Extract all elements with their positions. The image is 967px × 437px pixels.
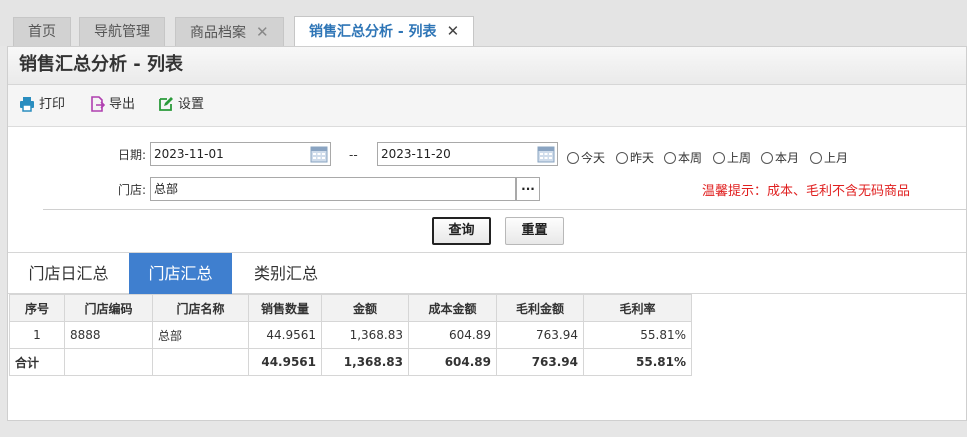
tab-category-summary[interactable]: 类别汇总 xyxy=(238,253,334,294)
column-header[interactable]: 门店编码 xyxy=(64,294,153,322)
table-cell: 44.9561 xyxy=(248,321,322,349)
radio-icon xyxy=(616,152,628,164)
table-cell: 604.89 xyxy=(408,321,497,349)
content-panel: 销售汇总分析 - 列表 打印 导出 设置 日期: 2023-11-01 -- 2… xyxy=(7,46,967,421)
settings-label: 设置 xyxy=(178,97,205,112)
tab-label: 类别汇总 xyxy=(253,264,318,283)
table-cell: 55.81% xyxy=(583,348,692,376)
tab-home[interactable]: 首页 xyxy=(13,17,71,46)
tab-label: 首页 xyxy=(28,24,56,40)
page-title: 销售汇总分析 - 列表 xyxy=(8,47,966,85)
radio-label: 昨天 xyxy=(630,151,655,165)
radio-icon xyxy=(810,152,822,164)
table-cell: 44.9561 xyxy=(248,348,322,376)
printer-icon xyxy=(20,97,34,112)
table-cell: 55.81% xyxy=(583,321,692,349)
calendar-icon[interactable] xyxy=(536,144,556,164)
table-cell: 8888 xyxy=(64,321,153,349)
query-button[interactable]: 查询 xyxy=(432,217,491,245)
tab-label: 商品档案 xyxy=(190,25,246,41)
date-from-value: 2023-11-01 xyxy=(154,147,224,161)
table-cell xyxy=(152,348,249,376)
date-to-input[interactable]: 2023-11-20 xyxy=(377,142,558,166)
hint-text: 温馨提示：成本、毛利不含无码商品 xyxy=(702,184,911,199)
table-cell: 1,368.83 xyxy=(321,321,409,349)
table-cell: 763.94 xyxy=(496,348,584,376)
tab-product-archive[interactable]: 商品档案 ✕ xyxy=(175,17,284,46)
date-separator: -- xyxy=(349,148,358,162)
radio-this-month[interactable]: 本月 xyxy=(761,150,799,166)
tab-bar: 首页 导航管理 商品档案 ✕ 销售汇总分析 - 列表 ✕ xyxy=(0,0,967,47)
table-cell: 1,368.83 xyxy=(321,348,409,376)
table-cell: 604.89 xyxy=(408,348,497,376)
summary-table: 序号 门店编码 门店名称 销售数量 金额 成本金额 毛利金额 毛利率 1 888… xyxy=(9,294,692,376)
store-picker-button[interactable]: ··· xyxy=(516,177,540,201)
column-header[interactable]: 成本金额 xyxy=(408,294,497,322)
radio-label: 上月 xyxy=(824,151,849,165)
radio-label: 本月 xyxy=(775,151,800,165)
store-value: 总部 xyxy=(154,182,179,196)
tab-label: 门店汇总 xyxy=(148,264,213,283)
radio-label: 上周 xyxy=(727,151,752,165)
reset-label: 重置 xyxy=(521,223,548,238)
radio-this-week[interactable]: 本周 xyxy=(664,150,702,166)
radio-icon xyxy=(713,152,725,164)
divider xyxy=(43,209,967,210)
radio-today[interactable]: 今天 xyxy=(567,150,605,166)
table-cell: 合计 xyxy=(9,348,65,376)
table-cell: 763.94 xyxy=(496,321,584,349)
export-icon xyxy=(91,96,105,112)
tab-label: 导航管理 xyxy=(94,24,150,40)
column-header[interactable]: 毛利金额 xyxy=(496,294,584,322)
column-header[interactable]: 序号 xyxy=(9,294,65,322)
footer-area xyxy=(0,421,967,437)
summary-tabs: 门店日汇总 门店汇总 类别汇总 xyxy=(8,253,966,294)
tab-store-summary[interactable]: 门店汇总 xyxy=(129,253,232,294)
radio-label: 本周 xyxy=(678,151,703,165)
radio-yesterday[interactable]: 昨天 xyxy=(616,150,654,166)
table-cell: 总部 xyxy=(152,321,249,349)
table-total-row: 合计 44.9561 1,368.83 604.89 763.94 55.81% xyxy=(9,348,692,376)
radio-label: 今天 xyxy=(581,151,606,165)
reset-button[interactable]: 重置 xyxy=(505,217,564,245)
close-icon[interactable]: ✕ xyxy=(447,22,460,40)
more-icon: ··· xyxy=(521,182,535,196)
store-label: 门店: xyxy=(118,183,147,197)
export-label: 导出 xyxy=(109,97,136,112)
edit-icon xyxy=(159,97,173,111)
table-cell xyxy=(64,348,153,376)
print-label: 打印 xyxy=(39,97,66,112)
radio-last-month[interactable]: 上月 xyxy=(810,150,848,166)
table-header-row: 序号 门店编码 门店名称 销售数量 金额 成本金额 毛利金额 毛利率 xyxy=(9,294,692,322)
radio-icon xyxy=(567,152,579,164)
query-label: 查询 xyxy=(448,223,475,238)
radio-icon xyxy=(761,152,773,164)
tab-store-daily-summary[interactable]: 门店日汇总 xyxy=(8,253,129,294)
store-input[interactable]: 总部 xyxy=(150,177,516,201)
radio-last-week[interactable]: 上周 xyxy=(713,150,751,166)
tab-label: 门店日汇总 xyxy=(28,264,109,283)
settings-button[interactable]: 设置 xyxy=(158,95,218,115)
column-header[interactable]: 门店名称 xyxy=(152,294,249,322)
tab-sales-summary[interactable]: 销售汇总分析 - 列表 ✕ xyxy=(294,16,475,47)
export-button[interactable]: 导出 xyxy=(89,95,149,115)
tab-label: 销售汇总分析 - 列表 xyxy=(309,24,437,40)
column-header[interactable]: 销售数量 xyxy=(248,294,322,322)
print-button[interactable]: 打印 xyxy=(19,95,79,115)
calendar-icon[interactable] xyxy=(309,144,329,164)
date-from-input[interactable]: 2023-11-01 xyxy=(150,142,331,166)
radio-icon xyxy=(664,152,676,164)
toolbar: 打印 导出 设置 xyxy=(8,85,966,127)
close-icon[interactable]: ✕ xyxy=(256,23,269,41)
tab-navigation[interactable]: 导航管理 xyxy=(79,17,165,46)
column-header[interactable]: 毛利率 xyxy=(583,294,692,322)
table-cell: 1 xyxy=(9,321,65,349)
date-label: 日期: xyxy=(118,148,147,162)
column-header[interactable]: 金额 xyxy=(321,294,409,322)
table-row[interactable]: 1 8888 总部 44.9561 1,368.83 604.89 763.94… xyxy=(9,321,692,349)
date-to-value: 2023-11-20 xyxy=(381,147,451,161)
